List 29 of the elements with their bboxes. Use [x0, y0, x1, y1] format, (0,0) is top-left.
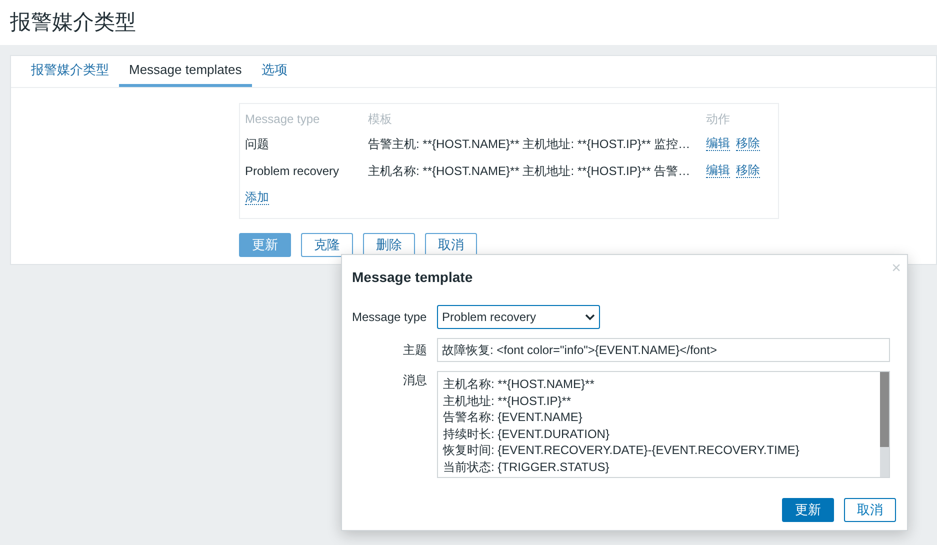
column-header: Message type — [245, 111, 321, 128]
table-cell-text: 主机名称: **{HOST.NAME}** 主机地址: **{HOST.IP}** 告警… — [368, 162, 692, 180]
message-type-select[interactable]: Problem recovery — [437, 305, 600, 329]
column-header: 模板 — [368, 111, 393, 128]
action-link[interactable]: 编辑 — [706, 136, 730, 151]
tab[interactable]: 选项 — [252, 56, 298, 87]
dialog-title: Message template — [352, 268, 474, 287]
page-title: 报警媒介类型 — [10, 10, 136, 36]
update-button[interactable]: 更新 — [782, 498, 834, 522]
table-cell-text: 问题 — [245, 136, 270, 152]
field-label: 消息 — [402, 372, 428, 389]
tab[interactable]: 报警媒介类型 — [21, 56, 119, 87]
field-label: 主题 — [402, 342, 428, 359]
scrollbar[interactable] — [880, 372, 889, 477]
update-button[interactable]: 更新 — [239, 233, 291, 257]
subject-input[interactable]: 故障恢复: <font color="info">{EVENT.NAME}</font> — [437, 338, 890, 362]
column-header: 动作 — [706, 111, 730, 128]
tab[interactable]: Message templates — [119, 56, 252, 87]
table-cell-text: Problem recovery — [245, 162, 340, 180]
action-link[interactable]: 移除 — [736, 136, 760, 151]
secondary-button[interactable]: 克隆 — [301, 233, 353, 257]
action-link[interactable]: 编辑 — [706, 163, 730, 178]
chevron-down-icon — [585, 314, 595, 320]
field-label: Message type — [352, 309, 428, 326]
action-link[interactable]: 移除 — [736, 163, 760, 178]
add-link[interactable]: 添加 — [245, 190, 269, 204]
table-cell-text: 告警主机: **{HOST.NAME}** 主机地址: **{HOST.IP}** 监控… — [368, 136, 692, 152]
secondary-button[interactable]: 取消 — [844, 498, 896, 522]
message-textarea[interactable]: 主机名称: **{HOST.NAME}** 主机地址: **{HOST.IP}** 告警名称: {EVENT.NAME} 持续时长: {EVENT.DURATION} 恢复时间: {EVENT.RECOVERY.DATE}-{EVENT.RECOVERY.TIME} 当前状态: {TRIGGER.STATUS} — [437, 371, 890, 478]
